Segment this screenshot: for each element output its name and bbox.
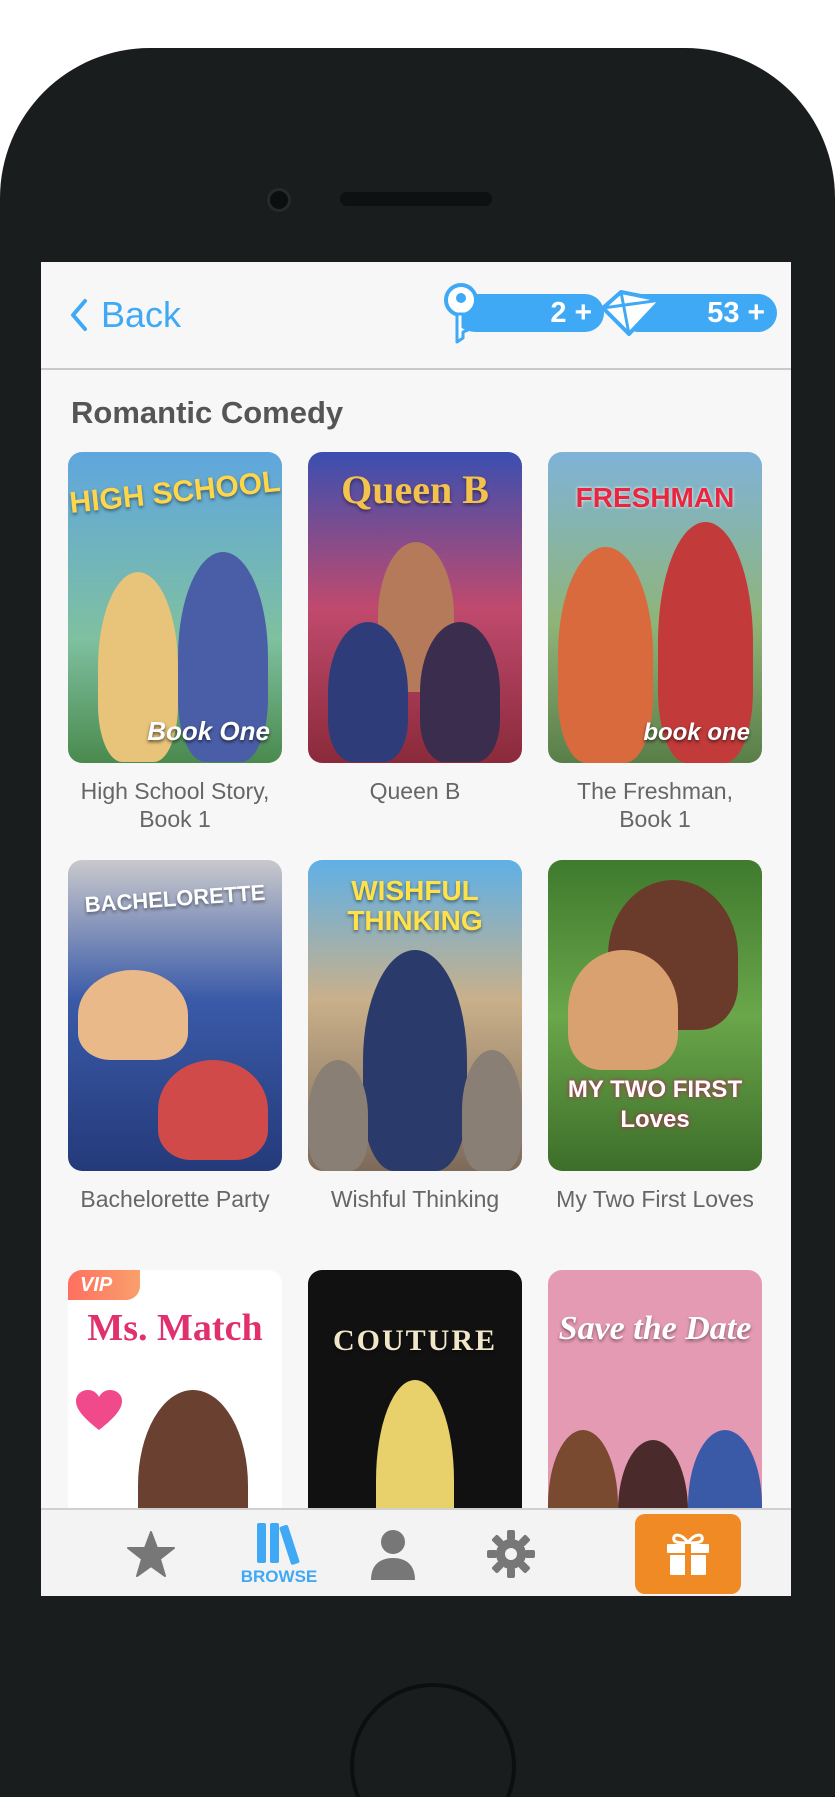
user-icon [371, 1530, 415, 1580]
cover-title: WISHFUL THINKING [347, 875, 483, 936]
gift-icon [667, 1533, 709, 1575]
bottom-tab-bar: BROWSE [41, 1508, 791, 1596]
earpiece-speaker [340, 192, 492, 206]
star-icon [127, 1531, 175, 1577]
cover-title: COUTURE [332, 1324, 497, 1357]
cover-title: Ms. Match [87, 1307, 263, 1349]
story-card-wishful-thinking[interactable]: WISHFUL THINKING Wishful Thinking [308, 860, 522, 1213]
cover-title: BACHELORETTE [83, 879, 267, 918]
cover-title: HIGH SCHOOL [68, 465, 282, 520]
story-title: My Two First Loves [556, 1186, 754, 1212]
chevron-left-icon [71, 299, 87, 331]
story-card-queen-b[interactable]: Queen B Queen B [308, 452, 522, 805]
key-icon [444, 283, 478, 344]
character-figure [308, 1060, 368, 1171]
tab-browse-label: BROWSE [240, 1567, 318, 1586]
section-title: Romantic Comedy [71, 395, 344, 430]
heart-icon [76, 1390, 122, 1430]
story-card-my-two-first-loves[interactable]: MY TWO FIRST Loves My Two First Loves [548, 860, 762, 1213]
cover-subtitle: Book One [147, 716, 270, 746]
gems-count: 53 [707, 296, 740, 329]
story-cover: FRESHMAN book one [548, 452, 762, 763]
tab-profile[interactable] [343, 1510, 443, 1596]
story-title: Bachelorette Party [80, 1186, 270, 1212]
character-figure [78, 970, 188, 1060]
story-card-bachelorette-party[interactable]: BACHELORETTE Bachelorette Party [68, 860, 282, 1213]
books-icon [257, 1523, 300, 1565]
character-figure [462, 1050, 522, 1171]
story-card-high-school-story[interactable]: HIGH SCHOOL Book One High School Story, … [68, 452, 282, 833]
gems-plus: + [747, 296, 765, 329]
story-cover: BACHELORETTE [68, 860, 282, 1171]
story-title: Queen B [369, 778, 461, 804]
gem-icon [601, 290, 663, 336]
back-button[interactable]: Back [65, 292, 181, 338]
cover-subtitle: book one [643, 719, 750, 746]
character-figure [158, 1060, 268, 1160]
tab-featured[interactable] [101, 1510, 201, 1596]
top-bar: Back 2 + 53 + [41, 262, 791, 370]
story-cover: Queen B [308, 452, 522, 763]
tab-browse[interactable]: BROWSE [219, 1510, 339, 1596]
story-title: The Freshman, Book 1 [577, 778, 733, 832]
character-figure [363, 950, 467, 1171]
character-figure [568, 950, 678, 1070]
tab-settings[interactable] [461, 1510, 561, 1596]
story-cover: MY TWO FIRST Loves [548, 860, 762, 1171]
story-cover: HIGH SCHOOL Book One [68, 452, 282, 763]
story-card-the-freshman[interactable]: FRESHMAN book one The Freshman, Book 1 [548, 452, 762, 833]
keys-count: 2 [550, 296, 567, 329]
app-screen: Back 2 + 53 + Romantic Comedy HIGH SCHOO… [41, 262, 791, 1596]
vip-badge: VIP [68, 1270, 140, 1300]
cover-title: MY TWO FIRST Loves [567, 1076, 743, 1133]
character-figure [328, 622, 408, 762]
story-title: Wishful Thinking [330, 1186, 500, 1212]
gear-icon [487, 1530, 535, 1578]
story-title: High School Story, Book 1 [80, 778, 270, 832]
cover-title: Queen B [341, 467, 489, 512]
front-camera [267, 188, 291, 212]
character-figure [420, 622, 500, 762]
story-cover: WISHFUL THINKING [308, 860, 522, 1171]
cover-title: FRESHMAN [575, 482, 735, 513]
home-button[interactable] [350, 1683, 516, 1797]
cover-title: Save the Date [558, 1310, 752, 1347]
back-label: Back [101, 294, 182, 335]
character-figure [558, 547, 653, 763]
keys-plus: + [574, 296, 592, 329]
tab-gift[interactable] [635, 1514, 741, 1594]
